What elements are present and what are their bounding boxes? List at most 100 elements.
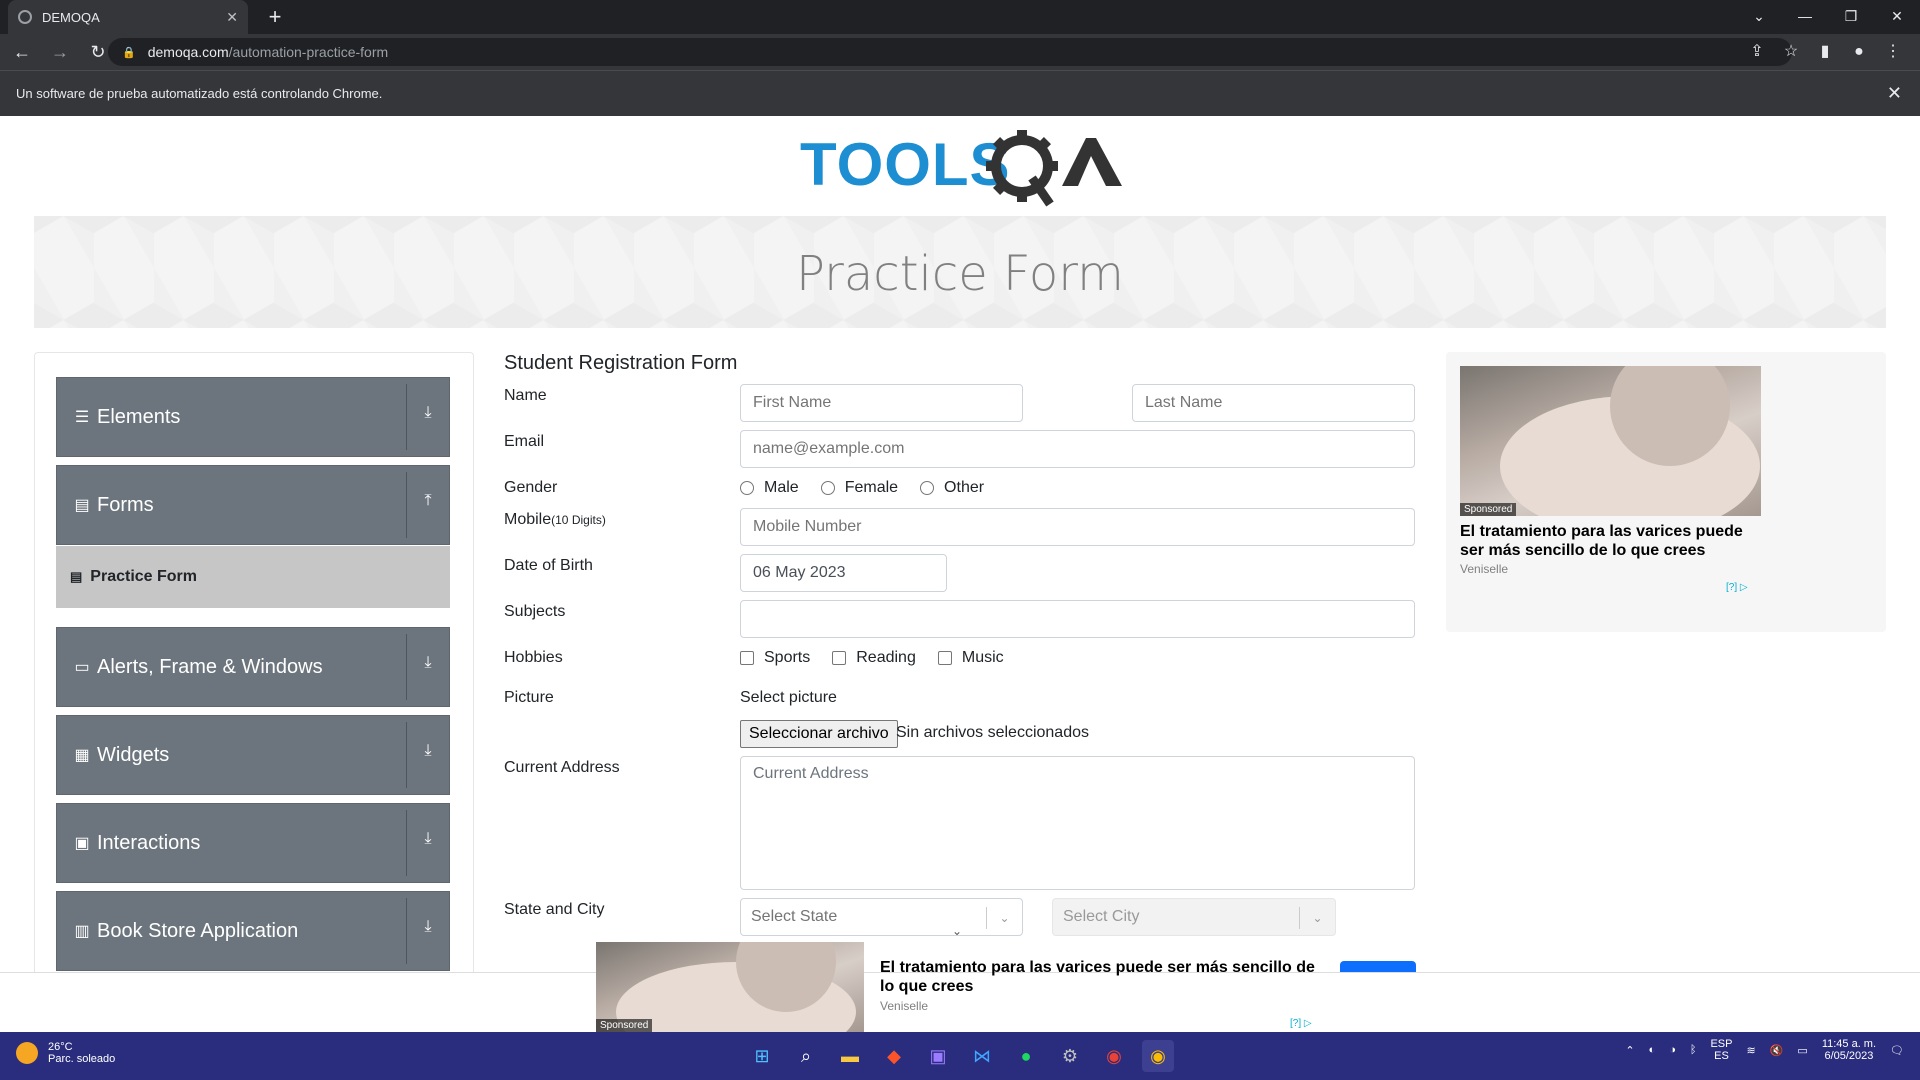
last-name-input[interactable] xyxy=(1132,384,1415,422)
expand-arrow-icon[interactable]: ⤓ xyxy=(415,654,441,672)
back-button[interactable]: ← xyxy=(6,36,38,68)
sidebar-group-label: Elements xyxy=(97,405,181,428)
expand-arrow-icon[interactable]: ⤓ xyxy=(415,404,441,422)
tab-search-icon[interactable]: ⌄ xyxy=(1736,0,1782,34)
window-controls: ⌄ — ❐ ✕ xyxy=(1736,0,1920,34)
chevron-down-icon[interactable]: ⌄ xyxy=(952,924,962,938)
tray-app-icon[interactable]: ◑ xyxy=(1669,1044,1676,1056)
language-indicator[interactable]: ESP ES xyxy=(1710,1038,1732,1062)
bottom-ad-image[interactable]: Sponsored xyxy=(596,942,864,1032)
sponsored-label: Sponsored xyxy=(596,1019,653,1032)
sidebar-item-practice-form[interactable]: ▤ Practice Form xyxy=(56,546,450,608)
hamburger-icon: ☰ xyxy=(74,409,90,426)
right-ad[interactable]: Sponsored El tratamiento para las varice… xyxy=(1446,352,1886,632)
profile-icon[interactable]: ● xyxy=(1842,37,1876,67)
url-path: /automation-practice-form xyxy=(228,44,389,60)
ad-headline[interactable]: El tratamiento para las varices puede se… xyxy=(1460,522,1760,560)
sidebar-group-elements[interactable]: ☰ Elements ⤓ xyxy=(56,377,450,457)
bottom-ad-headline[interactable]: El tratamiento para las varices puede se… xyxy=(880,958,1320,996)
spotify-icon[interactable]: ● xyxy=(1010,1040,1042,1072)
hobby-checkbox-reading[interactable]: Reading xyxy=(832,649,938,667)
window-icon: ▭ xyxy=(74,659,90,676)
address-bar[interactable]: 🔒 demoqa.com /automation-practice-form xyxy=(108,38,1792,66)
sidebar-group-widgets[interactable]: ▦ Widgets ⤓ xyxy=(56,715,450,795)
chevron-up-icon[interactable]: ⌃ xyxy=(1625,1044,1634,1057)
state-city-label: State and City xyxy=(504,901,605,918)
side-panel-icon[interactable]: ▮ xyxy=(1808,37,1842,67)
sidebar-group-book-store[interactable]: ▥ Book Store Application ⤓ xyxy=(56,891,450,971)
file-explorer-icon[interactable]: ▬ xyxy=(834,1040,866,1072)
gender-radio-female[interactable]: Female xyxy=(820,479,920,497)
name-label: Name xyxy=(504,387,547,404)
bluetooth-icon[interactable]: ᛒ xyxy=(1690,1044,1697,1056)
state-select[interactable]: Select State ⌄ xyxy=(740,898,1023,936)
mobile-label: Mobile(10 Digits) xyxy=(504,511,606,528)
subjects-input[interactable] xyxy=(740,600,1415,638)
hobby-checkbox-music[interactable]: Music xyxy=(937,649,1026,667)
dob-label: Date of Birth xyxy=(504,557,593,574)
ad-choices-icon[interactable]: [?] ▷ xyxy=(1290,1018,1312,1029)
current-address-textarea[interactable]: Current Address xyxy=(740,756,1415,890)
expand-arrow-icon[interactable]: ⤓ xyxy=(415,742,441,760)
weather-widget[interactable]: 26°C Parc. soleado xyxy=(16,1041,115,1065)
gender-radio-male[interactable]: Male xyxy=(740,479,821,497)
windows-taskbar: 26°C Parc. soleado ⊞ ⌕ ▬ ◆ ▣ ⋈ ● ⚙ ◉ ◉ ⌃… xyxy=(0,1032,1920,1080)
infobar-close-icon[interactable]: ✕ xyxy=(1887,83,1902,104)
ad-brand[interactable]: Veniselle xyxy=(1460,562,1508,576)
chevron-down-icon: ⌄ xyxy=(1299,907,1335,929)
hobby-checkbox-sports[interactable]: Sports xyxy=(740,649,832,667)
expand-arrow-icon[interactable]: ⤓ xyxy=(415,830,441,848)
new-tab-button[interactable]: + xyxy=(262,4,288,30)
gender-options: Male Female Other xyxy=(740,479,1006,497)
sidebar-group-interactions[interactable]: ▣ Interactions ⤓ xyxy=(56,803,450,883)
interactions-icon: ▣ xyxy=(74,835,90,852)
search-icon[interactable]: ⌕ xyxy=(790,1040,822,1072)
settings-gear-icon[interactable]: ⚙ xyxy=(1054,1040,1086,1072)
browser-tab[interactable]: DEMOQA ✕ xyxy=(8,0,248,34)
brave-browser-icon[interactable]: ◆ xyxy=(878,1040,910,1072)
toolsqa-logo[interactable]: TOOLS xyxy=(800,130,1125,208)
form-title: Student Registration Form xyxy=(504,352,738,374)
clock[interactable]: 11:45 a. m. 6/05/2023 xyxy=(1822,1038,1876,1062)
sidebar-group-alerts[interactable]: ▭ Alerts, Frame & Windows ⤓ xyxy=(56,627,450,707)
date-of-birth-input[interactable]: 06 May 2023 xyxy=(740,554,947,592)
volume-muted-icon[interactable]: 🔇 xyxy=(1770,1044,1784,1057)
ad-image[interactable]: Sponsored xyxy=(1460,366,1761,516)
ad-choices-icon[interactable]: [?] ▷ xyxy=(1726,582,1748,593)
menu-kebab-icon[interactable]: ⋮ xyxy=(1876,37,1910,67)
file-status: Sin archivos seleccionados xyxy=(896,724,1089,741)
expand-arrow-icon[interactable]: ⤓ xyxy=(415,918,441,936)
collapse-arrow-icon[interactable]: ⤒ xyxy=(415,492,441,510)
gender-radio-other[interactable]: Other xyxy=(920,479,1006,497)
tab-close-icon[interactable]: ✕ xyxy=(226,9,238,26)
chrome-icon[interactable]: ◉ xyxy=(1098,1040,1130,1072)
battery-icon[interactable]: ▭ xyxy=(1797,1044,1807,1057)
windows-start-icon[interactable]: ⊞ xyxy=(746,1040,778,1072)
lock-icon[interactable]: 🔒 xyxy=(122,46,136,59)
restore-button[interactable]: ❐ xyxy=(1828,0,1874,34)
bottom-ad-brand[interactable]: Veniselle xyxy=(880,999,928,1013)
notification-icon[interactable]: 🗨 xyxy=(1890,1044,1904,1057)
toolbar-actions: ⇪ ☆ ▮ ● ⋮ xyxy=(1740,37,1910,67)
chevron-down-icon[interactable]: ⌄ xyxy=(986,907,1022,929)
forward-button[interactable]: → xyxy=(44,36,76,68)
minimize-button[interactable]: — xyxy=(1782,0,1828,34)
vscode-icon[interactable]: ⋈ xyxy=(966,1040,998,1072)
tray-app-icon[interactable]: ◐ xyxy=(1649,1044,1656,1056)
temperature: 26°C xyxy=(48,1041,73,1053)
email-input[interactable] xyxy=(740,430,1415,468)
bookmark-star-icon[interactable]: ☆ xyxy=(1774,37,1808,67)
share-icon[interactable]: ⇪ xyxy=(1740,37,1774,67)
sun-cloud-icon xyxy=(16,1042,38,1064)
app-icon[interactable]: ▣ xyxy=(922,1040,954,1072)
mobile-input[interactable] xyxy=(740,508,1415,546)
first-name-input[interactable] xyxy=(740,384,1023,422)
tab-strip: DEMOQA ✕ + ⌄ — ❐ ✕ xyxy=(0,0,1920,34)
wifi-icon[interactable]: ≋ xyxy=(1746,1044,1755,1057)
sidebar-group-forms[interactable]: ▤ Forms ⤒ xyxy=(56,465,450,545)
chrome-active-icon[interactable]: ◉ xyxy=(1142,1040,1174,1072)
form-icon: ▤ xyxy=(70,569,83,584)
close-window-button[interactable]: ✕ xyxy=(1874,0,1920,34)
books-icon: ▥ xyxy=(74,923,90,940)
choose-file-button[interactable]: Seleccionar archivo xyxy=(740,720,898,748)
